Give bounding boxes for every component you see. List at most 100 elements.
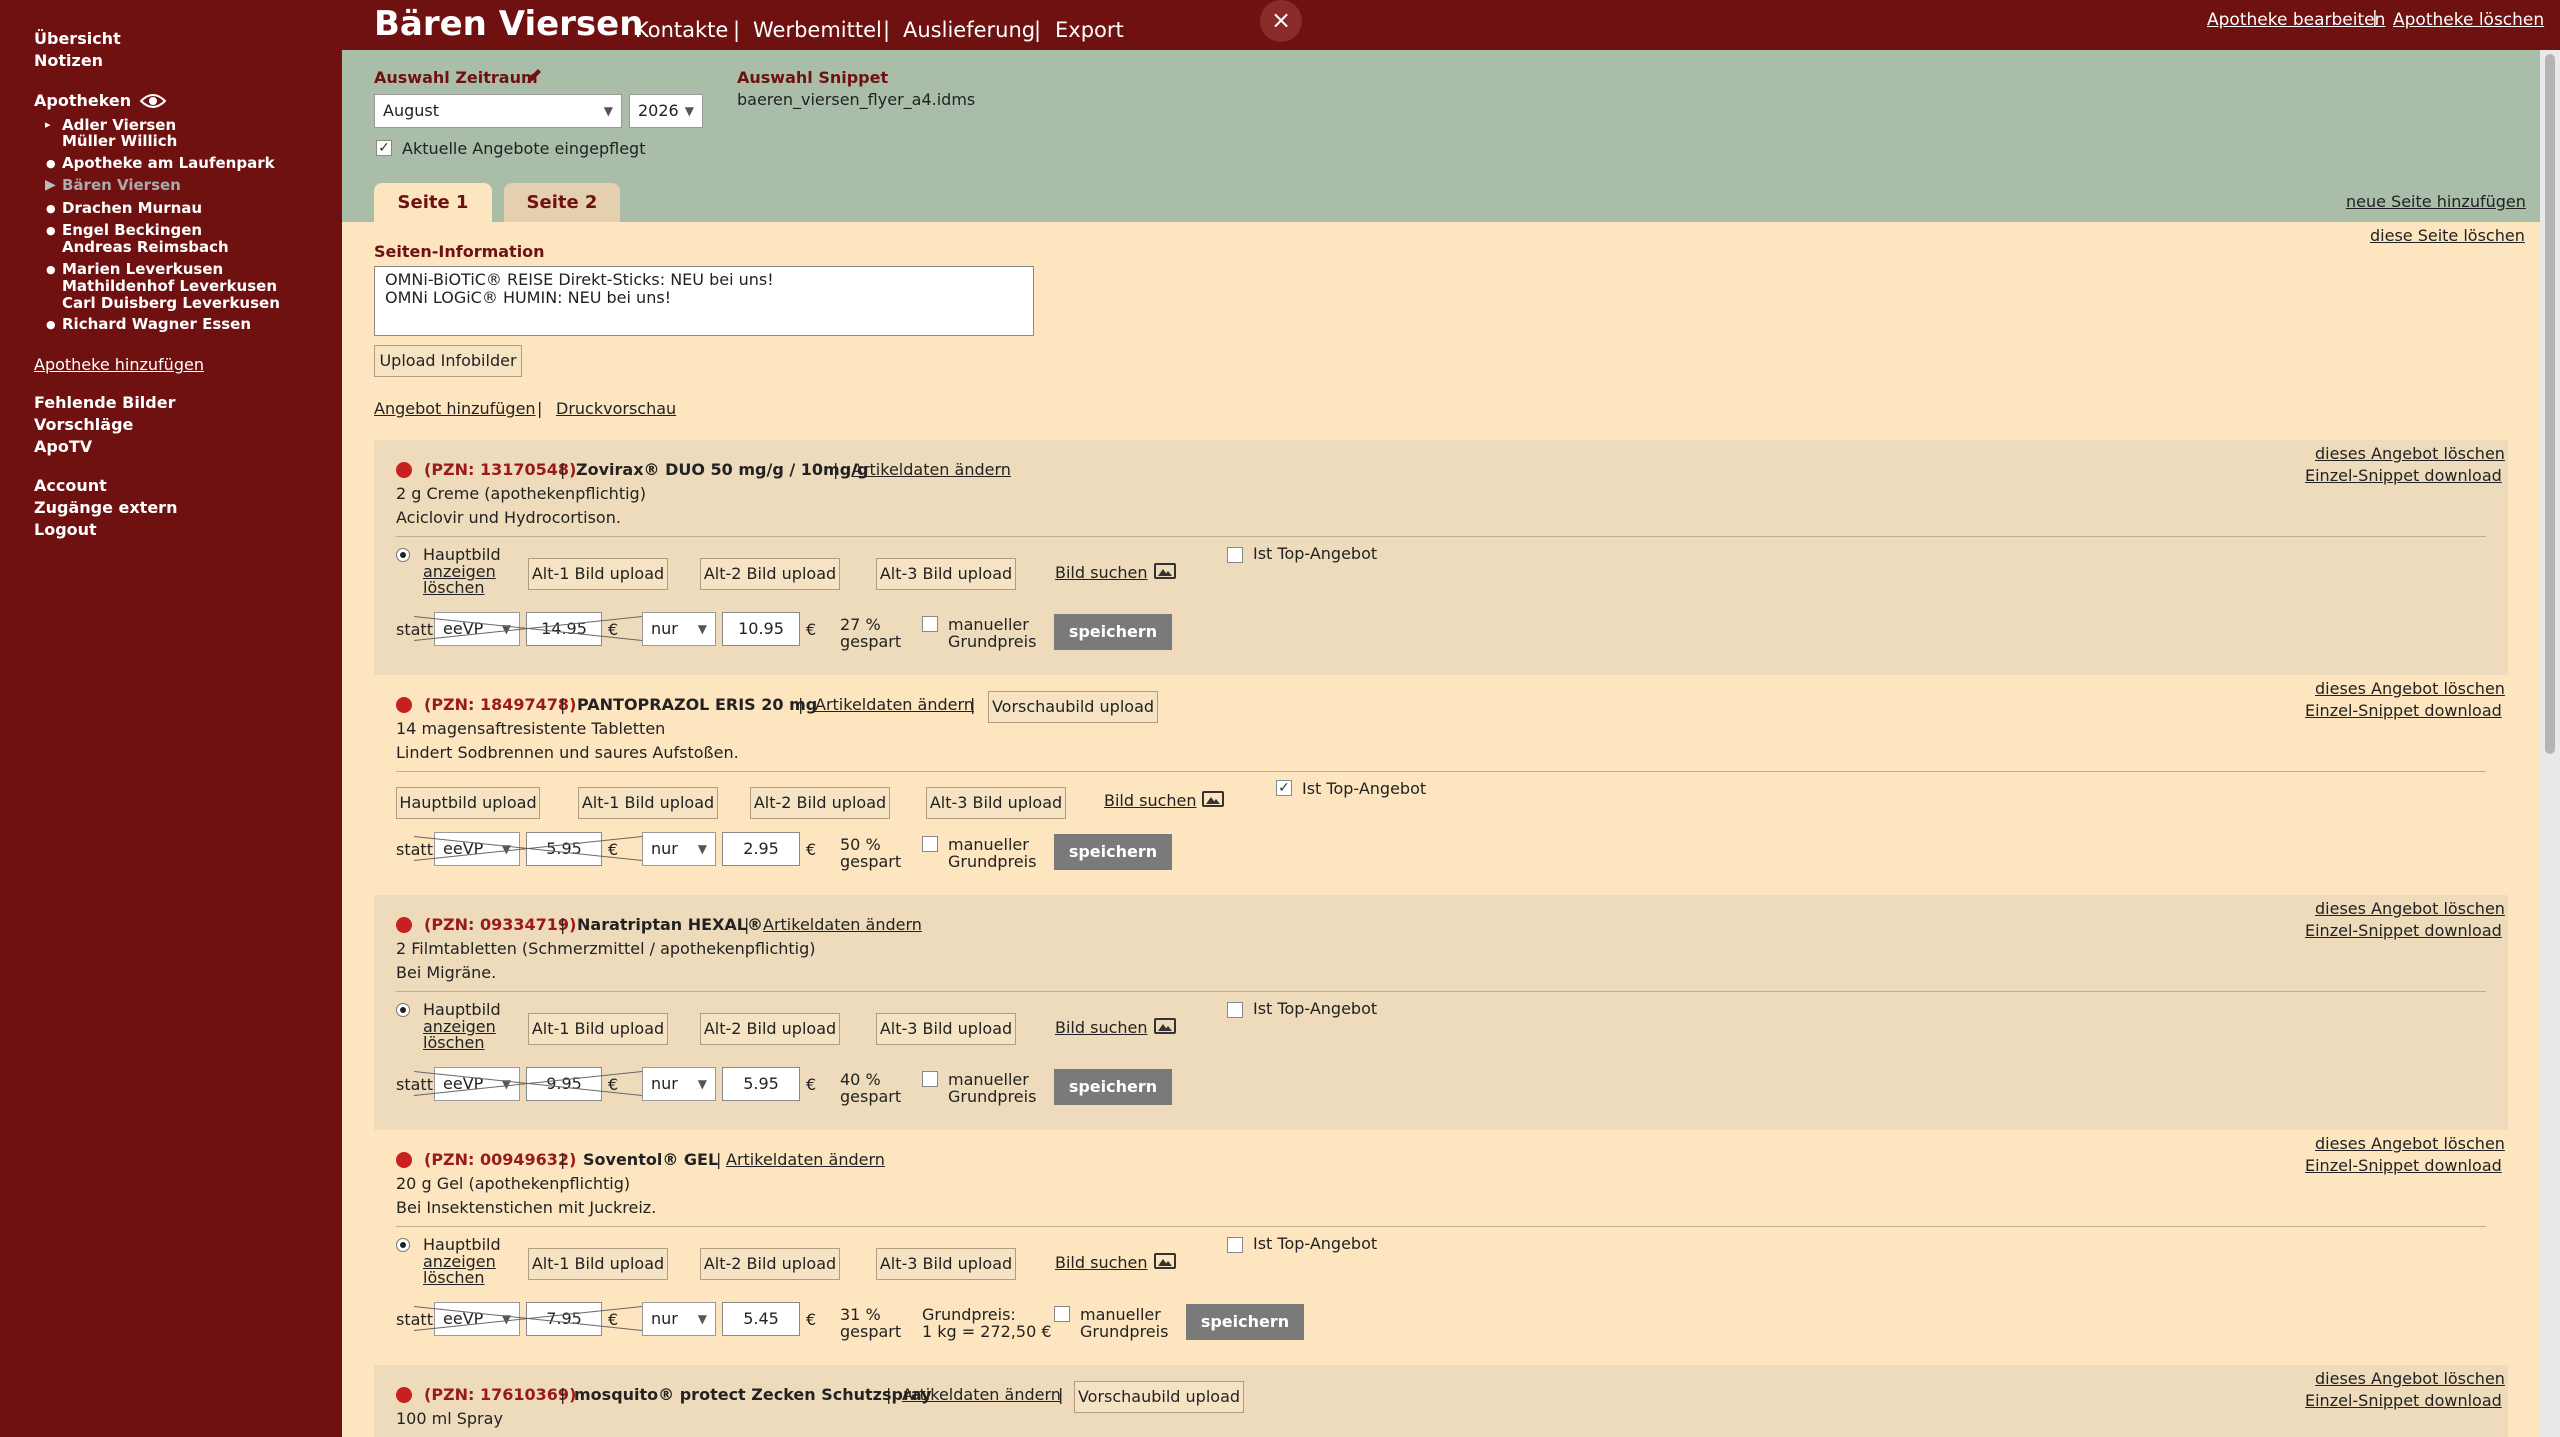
page-info-textarea[interactable]: OMNi-BiOTiC® REISE Direkt-Sticks: NEU be… [374,266,1034,336]
sidebar-apotheke-engel[interactable]: Engel Beckingen [62,222,202,238]
eye-icon[interactable] [139,92,167,114]
nur-select[interactable]: nur ▼ [642,1067,716,1101]
print-preview-link[interactable]: Druckvorschau [556,399,676,418]
sidebar-account[interactable]: Account [34,476,107,495]
delete-offer-link[interactable]: dieses Angebot löschen [2315,679,2505,698]
add-offer-link[interactable]: Angebot hinzufügen [374,399,536,418]
scrollbar-thumb[interactable] [2545,54,2555,754]
expand-triangle-icon[interactable]: ▸ [45,118,51,131]
bild-suchen-link[interactable]: Bild suchen [1055,1253,1148,1272]
sidebar-apotheke-laufenpark[interactable]: Apotheke am Laufenpark [62,155,275,171]
save-button[interactable]: speichern [1054,834,1172,870]
price-type-select[interactable]: eeVP ▼ [434,1067,520,1101]
new-page-link[interactable]: neue Seite hinzufügen [2346,192,2526,211]
vorschaubild-upload-button[interactable]: Vorschaubild upload [988,691,1158,723]
hauptbild-radio[interactable] [396,1003,410,1017]
alt3-upload-button[interactable]: Alt-3 Bild upload [926,787,1066,819]
tab-seite-1[interactable]: Seite 1 [374,183,492,222]
sidebar-uebersicht[interactable]: Übersicht [34,29,121,48]
vorschaubild-upload-button[interactable]: Vorschaubild upload [1074,1381,1244,1413]
alt3-upload-button[interactable]: Alt-3 Bild upload [876,1248,1016,1280]
save-button[interactable]: speichern [1186,1304,1304,1340]
delete-offer-link[interactable]: dieses Angebot löschen [2315,1369,2505,1388]
price-type-select[interactable]: eeVP ▼ [434,612,520,646]
sidebar-apotheken[interactable]: Apotheken [34,91,131,110]
sidebar-apotheke-marien[interactable]: Marien Leverkusen [62,261,223,277]
bild-suchen-link[interactable]: Bild suchen [1104,791,1197,810]
edit-article-link[interactable]: Artikeldaten ändern [815,695,974,714]
delete-apotheke-link[interactable]: Apotheke löschen [2393,10,2544,30]
alt2-upload-button[interactable]: Alt-2 Bild upload [700,1248,840,1280]
upload-infobilder-button[interactable]: Upload Infobilder [374,345,522,377]
nav-werbemittel[interactable]: Werbemittel [753,18,882,42]
alt1-upload-button[interactable]: Alt-1 Bild upload [528,1248,668,1280]
nur-select[interactable]: nur ▼ [642,832,716,866]
sidebar-apotheke-mathildenhof[interactable]: Mathildenhof Leverkusen [62,278,277,294]
snippet-download-link[interactable]: Einzel-Snippet download [2305,921,2502,940]
delete-offer-link[interactable]: dieses Angebot löschen [2315,444,2505,463]
bild-suchen-link[interactable]: Bild suchen [1055,563,1148,582]
edit-article-link[interactable]: Artikeldaten ändern [852,460,1011,479]
new-price-input[interactable]: 5.95 [722,1067,800,1101]
snippet-download-link[interactable]: Einzel-Snippet download [2305,466,2502,485]
sidebar-apotheke-drachen[interactable]: Drachen Murnau [62,200,202,216]
manual-grundpreis-checkbox[interactable] [922,836,938,852]
manual-grundpreis-checkbox[interactable] [922,616,938,632]
new-price-input[interactable]: 2.95 [722,832,800,866]
sidebar-apotheke-richard-wagner[interactable]: Richard Wagner Essen [62,316,251,332]
top-offer-checkbox[interactable]: ✓ [1276,780,1292,796]
new-price-input[interactable]: 10.95 [722,612,800,646]
edit-article-link[interactable]: Artikeldaten ändern [726,1150,885,1169]
price-type-select[interactable]: eeVP ▼ [434,1302,520,1336]
manual-grundpreis-checkbox[interactable] [1054,1306,1070,1322]
hauptbild-radio[interactable] [396,548,410,562]
edit-article-link[interactable]: Artikeldaten ändern [902,1385,1061,1404]
edit-apotheke-link[interactable]: Apotheke bearbeiten [2207,10,2385,30]
new-price-input[interactable]: 5.45 [722,1302,800,1336]
add-apotheke-link[interactable]: Apotheke hinzufügen [34,355,204,374]
sidebar-vorschlaege[interactable]: Vorschläge [34,415,133,434]
nav-export[interactable]: Export [1055,18,1124,42]
nur-select[interactable]: nur ▼ [642,612,716,646]
sidebar-fehlende-bilder[interactable]: Fehlende Bilder [34,393,175,412]
hauptbild-radio[interactable] [396,1238,410,1252]
alt1-upload-button[interactable]: Alt-1 Bild upload [528,1013,668,1045]
year-select[interactable]: 2026 ▼ [629,94,703,128]
hauptbild-loeschen-link[interactable]: löschen [423,578,485,597]
snippet-value[interactable]: baeren_viersen_flyer_a4.idms [737,90,975,109]
bild-suchen-link[interactable]: Bild suchen [1055,1018,1148,1037]
delete-offer-link[interactable]: dieses Angebot löschen [2315,899,2505,918]
sidebar-logout[interactable]: Logout [34,520,97,539]
manual-grundpreis-checkbox[interactable] [922,1071,938,1087]
top-offer-checkbox[interactable] [1227,1237,1243,1253]
image-icon[interactable] [1154,1253,1176,1269]
save-button[interactable]: speichern [1054,1069,1172,1105]
sidebar-apotheke-carl-duisberg[interactable]: Carl Duisberg Leverkusen [62,295,280,311]
sidebar-notizen[interactable]: Notizen [34,51,103,70]
sidebar-apotheke-mueller[interactable]: Müller Willich [62,133,177,149]
delete-page-link[interactable]: diese Seite löschen [2370,226,2525,245]
delete-offer-link[interactable]: dieses Angebot löschen [2315,1134,2505,1153]
month-select[interactable]: August ▼ [374,94,622,128]
close-icon[interactable]: × [1260,0,1302,42]
image-icon[interactable] [1154,563,1176,579]
pencil-icon[interactable] [525,67,543,89]
alt2-upload-button[interactable]: Alt-2 Bild upload [750,787,890,819]
image-icon[interactable] [1202,791,1224,807]
vertical-scrollbar[interactable] [2540,50,2560,1437]
alt1-upload-button[interactable]: Alt-1 Bild upload [528,558,668,590]
alt3-upload-button[interactable]: Alt-3 Bild upload [876,558,1016,590]
sidebar-zugaenge-extern[interactable]: Zugänge extern [34,498,177,517]
top-offer-checkbox[interactable] [1227,547,1243,563]
alt1-upload-button[interactable]: Alt-1 Bild upload [578,787,718,819]
image-icon[interactable] [1154,1018,1176,1034]
snippet-download-link[interactable]: Einzel-Snippet download [2305,1156,2502,1175]
nur-select[interactable]: nur ▼ [642,1302,716,1336]
sidebar-apotv[interactable]: ApoTV [34,437,92,456]
nav-auslieferung[interactable]: Auslieferung [903,18,1035,42]
expand-triangle-icon[interactable]: ▶ [45,177,56,193]
edit-article-link[interactable]: Artikeldaten ändern [763,915,922,934]
snippet-download-link[interactable]: Einzel-Snippet download [2305,701,2502,720]
hauptbild-upload-button[interactable]: Hauptbild upload [396,787,540,819]
hauptbild-loeschen-link[interactable]: löschen [423,1268,485,1287]
